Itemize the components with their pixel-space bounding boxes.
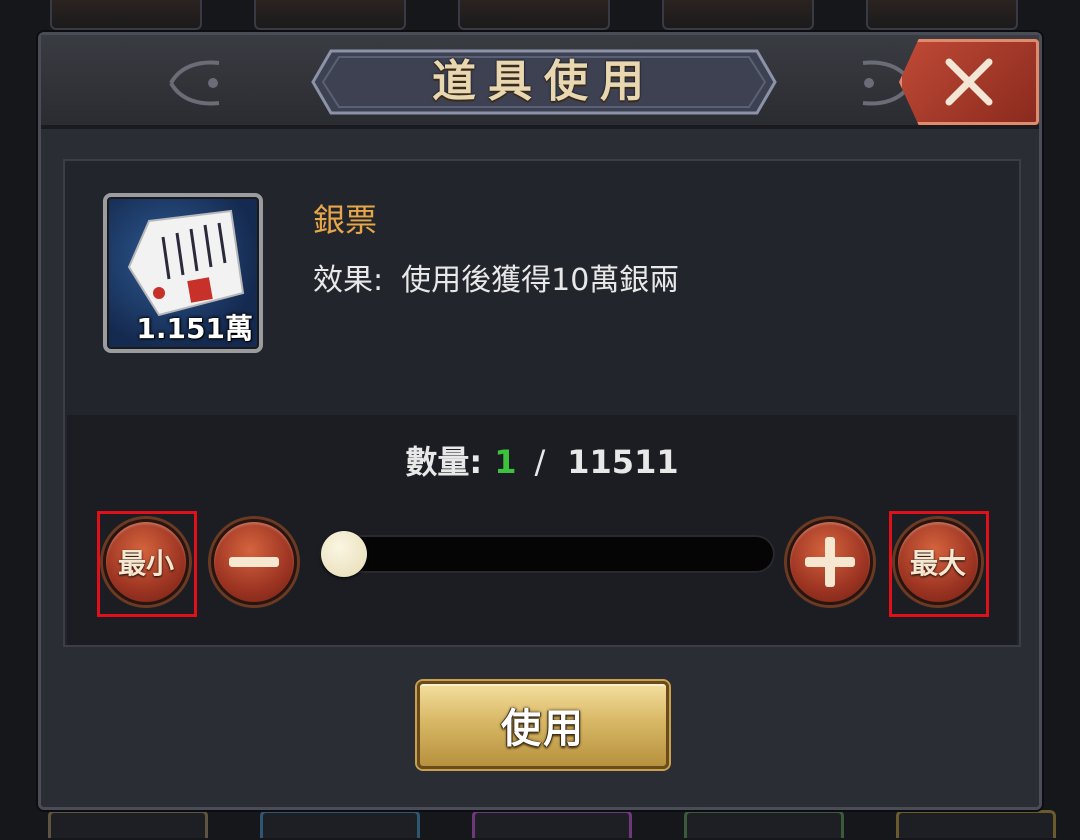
game-screen: 道具使用 1.151萬 銀票 效果: 使用後獲得10萬銀兩 數量: 1 / 11… xyxy=(0,0,1080,840)
background-slot xyxy=(472,810,632,838)
background-slot xyxy=(48,810,208,838)
quantity-max: 11511 xyxy=(567,443,679,481)
background-slot xyxy=(896,810,1056,838)
background-slot xyxy=(254,0,406,30)
item-info-panel: 1.151萬 銀票 效果: 使用後獲得10萬銀兩 數量: 1 / 11511 最小 xyxy=(63,159,1021,647)
minus-button[interactable] xyxy=(211,519,297,605)
quantity-label: 數量: xyxy=(405,443,483,481)
item-use-dialog: 道具使用 1.151萬 銀票 效果: 使用後獲得10萬銀兩 數量: 1 / 11… xyxy=(38,32,1042,810)
effect-label: 效果: xyxy=(313,263,384,298)
close-button[interactable] xyxy=(899,39,1039,125)
background-slot xyxy=(50,0,202,30)
item-name: 銀票 xyxy=(313,201,378,239)
background-slot xyxy=(866,0,1018,30)
background-slot xyxy=(260,810,420,838)
item-count: 1.151萬 xyxy=(136,312,253,345)
dialog-title: 道具使用 xyxy=(432,56,656,107)
background-slot xyxy=(458,0,610,30)
max-button[interactable]: 最大 xyxy=(895,519,981,605)
minus-icon xyxy=(229,557,279,567)
quantity-current: 1 xyxy=(494,443,517,481)
item-slot: 1.151萬 xyxy=(103,193,263,353)
dialog-titlebar: 道具使用 xyxy=(41,35,1039,129)
item-effect: 效果: 使用後獲得10萬銀兩 xyxy=(313,255,679,299)
background-slot xyxy=(684,810,844,838)
min-button[interactable]: 最小 xyxy=(103,519,189,605)
quantity-area: 數量: 1 / 11511 最小 最大 xyxy=(67,415,1017,645)
slider-handle[interactable] xyxy=(321,531,367,577)
use-button[interactable]: 使用 xyxy=(417,681,669,769)
quantity-separator: / xyxy=(534,443,546,481)
background-slot xyxy=(662,0,814,30)
plus-button[interactable] xyxy=(787,519,873,605)
effect-text: 使用後獲得10萬銀兩 xyxy=(401,263,680,298)
background-inventory-bottom xyxy=(0,810,1080,840)
close-x-icon xyxy=(945,58,993,106)
quantity-display: 數量: 1 / 11511 xyxy=(67,437,1017,483)
quantity-slider[interactable] xyxy=(319,531,775,577)
plus-icon xyxy=(805,537,855,587)
ornament-icon xyxy=(169,60,220,106)
background-inventory-top xyxy=(0,0,1080,32)
